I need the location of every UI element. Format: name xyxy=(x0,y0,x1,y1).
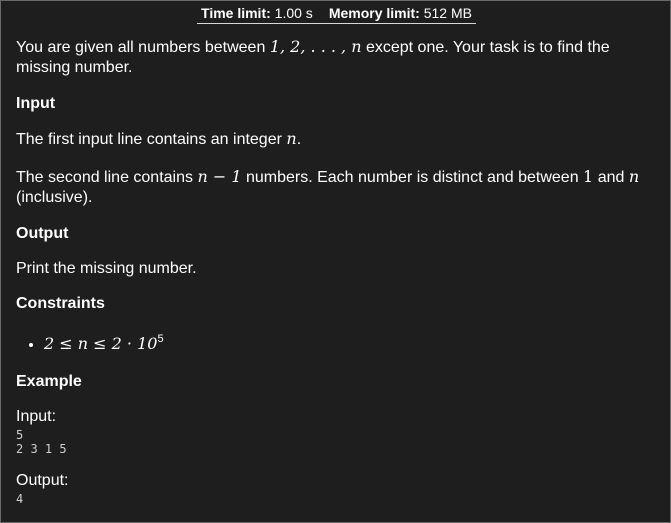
time-limit-label: Time limit: xyxy=(201,5,271,21)
input-line2-and: and xyxy=(597,169,625,186)
problem-statement: You are given all numbers between 1, 2, … xyxy=(16,37,656,506)
example-input-block: 5 2 3 1 5 xyxy=(16,428,656,456)
time-limit: Time limit: 1.00 s xyxy=(201,5,313,21)
input-line2: The second line contains n − 1 numbers. … xyxy=(16,167,656,208)
example-input-line: 2 3 1 5 xyxy=(16,442,67,456)
constraint-math: 2 ≤ n ≤ 2 · 10 xyxy=(44,334,158,353)
memory-limit-value: 512 MB xyxy=(423,5,472,21)
input-line2-math: n − 1 xyxy=(197,167,242,186)
intro-text-pre: You are given all numbers between xyxy=(16,39,266,56)
output-heading: Output xyxy=(16,225,69,242)
constraint-exponent: 5 xyxy=(157,333,164,345)
input-line2-math-a: 1 xyxy=(583,167,594,186)
output-text: Print the missing number. xyxy=(16,260,197,277)
input-line1-math: n xyxy=(286,129,297,148)
input-line2-pre: The second line contains xyxy=(16,169,193,186)
input-line1-post: . xyxy=(296,131,302,148)
example-output-block: 4 xyxy=(16,492,656,506)
memory-limit: Memory limit: 512 MB xyxy=(329,5,472,21)
constraints-list: 2 ≤ n ≤ 2 · 105 xyxy=(16,329,656,355)
example-heading: Example xyxy=(16,373,82,390)
input-line1: The first input line contains an integer… xyxy=(16,129,656,150)
problem-panel: Time limit: 1.00 s Memory limit: 512 MB … xyxy=(0,0,671,523)
time-limit-value: 1.00 s xyxy=(274,5,313,21)
intro-math: 1, 2, . . . , n xyxy=(269,37,362,56)
example-input-line: 5 xyxy=(16,428,24,442)
input-line2-post: (inclusive). xyxy=(16,189,93,206)
intro-paragraph: You are given all numbers between 1, 2, … xyxy=(16,37,656,78)
input-line2-mid: numbers. Each number is distinct and bet… xyxy=(245,169,579,186)
limits: Time limit: 1.00 s Memory limit: 512 MB xyxy=(197,3,476,24)
example-input-label: Input: xyxy=(16,408,57,425)
constraints-heading: Constraints xyxy=(16,295,105,312)
example-output-label: Output: xyxy=(16,472,69,489)
constraint-item: 2 ≤ n ≤ 2 · 105 xyxy=(44,329,656,355)
example-output-line: 4 xyxy=(16,492,24,506)
input-heading: Input xyxy=(16,95,56,112)
input-line2-math-b: n xyxy=(628,167,640,186)
limits-bar: Time limit: 1.00 s Memory limit: 512 MB xyxy=(1,3,671,24)
memory-limit-label: Memory limit: xyxy=(328,5,420,21)
input-line1-pre: The first input line contains an integer xyxy=(16,131,282,148)
